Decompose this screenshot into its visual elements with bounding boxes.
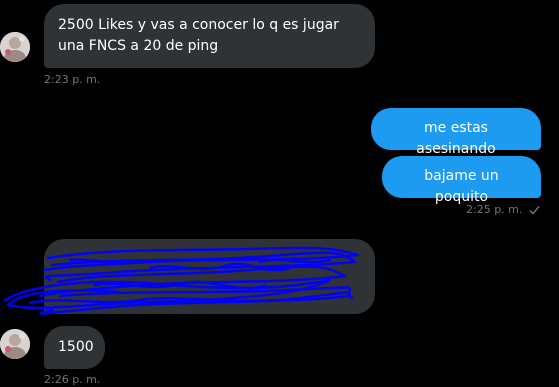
message-time-label: 2:25 p. m. (466, 203, 523, 216)
message-text: me estas asesinando (416, 120, 496, 157)
message-bubble-incoming[interactable]: 1500 (44, 326, 105, 369)
message-text: bajame un poquito (424, 168, 499, 205)
message-timestamp: 2:25 p. m. (466, 203, 540, 217)
message-bubble-redacted[interactable] (44, 239, 375, 314)
message-bubble-incoming[interactable]: 2500 Likes y vas a conocer lo q es jugar… (44, 4, 375, 68)
message-text: 1500 (58, 339, 94, 355)
avatar-image (0, 329, 30, 359)
message-timestamp: 2:26 p. m. (44, 373, 101, 386)
message-bubble-outgoing[interactable]: me estas asesinando (371, 108, 541, 157)
message-bubble-outgoing[interactable]: bajame un poquito (382, 156, 541, 205)
message-timestamp: 2:23 p. m. (44, 73, 101, 86)
check-icon (529, 206, 540, 215)
sender-avatar[interactable] (0, 329, 30, 359)
avatar-image (0, 32, 30, 62)
sender-avatar[interactable] (0, 32, 30, 62)
message-text: 2500 Likes y vas a conocer lo q es jugar… (58, 17, 339, 54)
